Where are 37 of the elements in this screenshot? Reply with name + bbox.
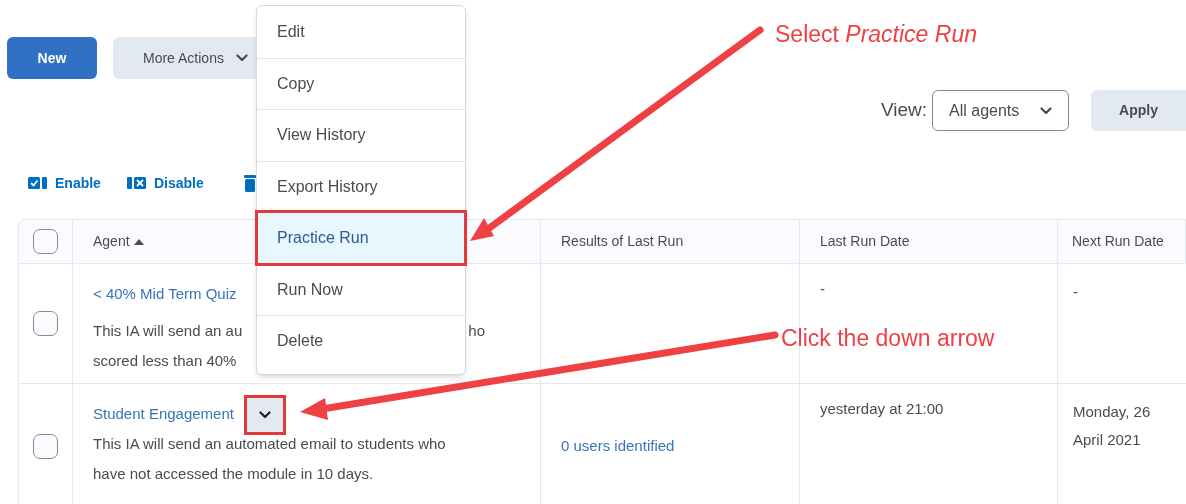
column-header[interactable]: Last Run Date — [800, 219, 1058, 264]
checkbox-icon — [28, 177, 48, 189]
apply-button[interactable]: Apply — [1091, 90, 1186, 131]
column-header[interactable]: Results of Last Run — [541, 219, 800, 264]
disable-button[interactable]: Disable — [126, 172, 204, 194]
view-select[interactable]: All agents — [932, 90, 1069, 131]
chevron-down-icon — [1040, 106, 1052, 115]
chevron-down-icon — [258, 410, 271, 419]
description-text: This IA will send an au — [93, 321, 243, 341]
menu-item[interactable]: Practice Run — [257, 212, 465, 264]
description-text: This IA will send an automated email to students who have not accessed the module in 10 days. — [93, 434, 447, 484]
next-run-date: Monday, 26 April 2021 — [1073, 403, 1151, 448]
column-header[interactable]: Next Run Date — [1058, 219, 1186, 264]
checkbox[interactable] — [33, 311, 58, 336]
menu-item[interactable]: Copy — [257, 57, 465, 109]
next-run-date: - — [1073, 283, 1078, 300]
annotation-text: Select Practice Run — [775, 20, 977, 49]
description-text: scored less than 40% — [93, 351, 237, 371]
last-run-date: - — [820, 280, 825, 297]
annotation-text: Click the down arrow — [781, 324, 995, 353]
chevron-down-icon — [235, 54, 248, 62]
new-button[interactable]: New — [7, 37, 97, 79]
last-run-date: yesterday at 21:00 — [820, 400, 944, 417]
view-label: View: — [880, 98, 927, 123]
agent-link[interactable]: Student Engagement — [93, 403, 234, 426]
menu-item[interactable]: Run Now — [257, 263, 465, 315]
row-menu-button[interactable] — [243, 394, 286, 435]
results-link[interactable]: 0 users identified — [561, 436, 675, 454]
agent-link[interactable]: < 40% Mid Term Quiz — [93, 283, 237, 306]
x-box-icon — [126, 177, 147, 189]
checkbox[interactable] — [33, 229, 58, 254]
menu-item[interactable]: Delete — [257, 315, 465, 367]
checkbox[interactable] — [33, 433, 58, 459]
menu-item[interactable]: View History — [257, 109, 465, 161]
trash-icon[interactable] — [243, 174, 256, 192]
enable-button[interactable]: Enable — [28, 172, 101, 194]
description-text: ho — [468, 321, 485, 341]
